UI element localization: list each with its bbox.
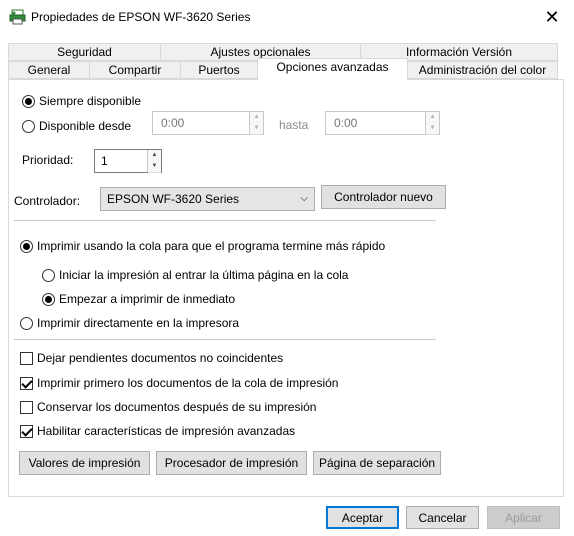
- separator-2: [14, 339, 436, 340]
- printer-app-icon: [9, 9, 26, 25]
- always-available-label: Siempre disponible: [39, 94, 142, 108]
- tab-administracion-color[interactable]: Administración del color: [407, 61, 558, 79]
- from-time-spinner[interactable]: ▲ ▼: [249, 112, 263, 135]
- until-label: hasta: [279, 118, 309, 132]
- priority-down-icon[interactable]: ▼: [148, 161, 161, 173]
- start-after-last-radio[interactable]: [42, 269, 55, 282]
- available-from-label: Disponible desde: [39, 119, 132, 133]
- start-immediately-label: Empezar a imprimir de inmediato: [59, 292, 236, 306]
- driver-select[interactable]: EPSON WF-3620 Series ⌵: [100, 187, 315, 211]
- close-icon[interactable]: ✕: [540, 6, 564, 28]
- priority-field[interactable]: 1 ▲ ▼: [94, 149, 162, 173]
- tab-compartir[interactable]: Compartir: [89, 61, 181, 79]
- keep-printed-checkbox[interactable]: [20, 401, 33, 414]
- start-immediately-radio[interactable]: [42, 293, 55, 306]
- driver-label: Controlador:: [14, 194, 81, 208]
- print-spooled-first-label: Imprimir primero los documentos de la co…: [37, 376, 339, 390]
- tab-opciones-avanzadas[interactable]: Opciones avanzadas: [257, 58, 408, 80]
- priority-label: Prioridad:: [22, 153, 74, 167]
- separator-1: [14, 220, 436, 221]
- print-direct-label: Imprimir directamente en la impresora: [37, 316, 240, 330]
- print-direct-radio[interactable]: [20, 317, 33, 330]
- window-title: Propiedades de EPSON WF-3620 Series: [31, 10, 251, 24]
- advanced-features-label: Habilitar características de impresión a…: [37, 424, 296, 438]
- print-spooled-first-checkbox[interactable]: [20, 377, 33, 390]
- tab-general[interactable]: General: [8, 61, 90, 79]
- advanced-options-panel: Siempre disponible Disponible desde 0:00…: [8, 79, 564, 497]
- print-processor-button[interactable]: Procesador de impresión: [156, 451, 307, 475]
- from-time-down-icon[interactable]: ▼: [250, 123, 263, 135]
- until-time-spinner[interactable]: ▲ ▼: [425, 112, 439, 135]
- apply-button[interactable]: Aplicar: [487, 506, 560, 529]
- hold-mismatched-label: Dejar pendientes documentos no coinciden…: [37, 351, 284, 365]
- ok-button[interactable]: Aceptar: [326, 506, 399, 529]
- spool-radio[interactable]: [20, 240, 33, 253]
- advanced-features-checkbox[interactable]: [20, 425, 33, 438]
- chevron-down-icon: ⌵: [300, 193, 308, 204]
- title-bar: Propiedades de EPSON WF-3620 Series ✕: [0, 0, 574, 34]
- tab-seguridad[interactable]: Seguridad: [8, 43, 161, 61]
- tab-puertos[interactable]: Puertos: [180, 61, 258, 79]
- printing-defaults-button[interactable]: Valores de impresión: [19, 451, 150, 475]
- until-time-down-icon[interactable]: ▼: [426, 123, 439, 135]
- spool-label: Imprimir usando la cola para que el prog…: [37, 239, 386, 253]
- cancel-button[interactable]: Cancelar: [406, 506, 479, 529]
- hold-mismatched-checkbox[interactable]: [20, 352, 33, 365]
- new-driver-button[interactable]: Controlador nuevo: [321, 185, 446, 209]
- available-from-radio[interactable]: [22, 120, 35, 133]
- separator-page-button[interactable]: Página de separación: [313, 451, 441, 475]
- priority-spinner[interactable]: ▲ ▼: [147, 150, 161, 173]
- keep-printed-label: Conservar los documentos después de su i…: [37, 400, 317, 414]
- from-time-field[interactable]: 0:00 ▲ ▼: [152, 111, 264, 135]
- until-time-field[interactable]: 0:00 ▲ ▼: [325, 111, 440, 135]
- always-available-radio[interactable]: [22, 95, 35, 108]
- start-after-last-label: Iniciar la impresión al entrar la última…: [59, 268, 349, 282]
